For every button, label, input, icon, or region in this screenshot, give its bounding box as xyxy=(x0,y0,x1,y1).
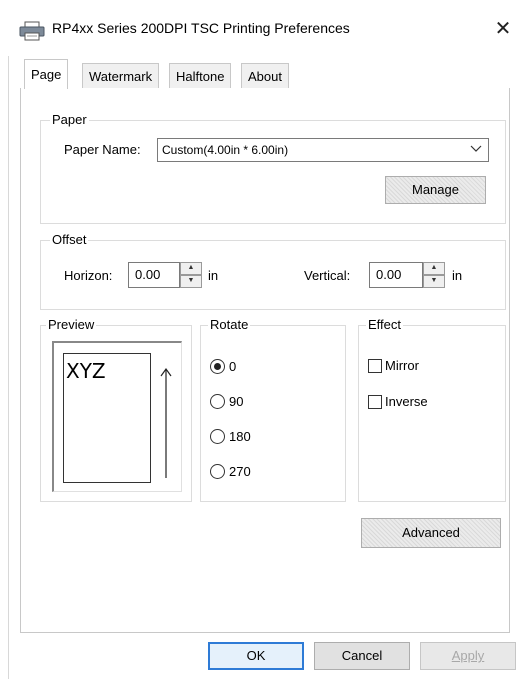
tab-watermark[interactable]: Watermark xyxy=(82,63,160,88)
horizon-input[interactable]: 0.00 xyxy=(128,262,180,288)
rotate-group-label: Rotate xyxy=(208,317,251,332)
close-icon[interactable]: ✕ xyxy=(488,14,518,44)
spin-down-icon[interactable]: ▼ xyxy=(423,275,445,288)
rotate-270-label[interactable]: 270 xyxy=(229,464,251,479)
rotate-0-label[interactable]: 0 xyxy=(229,359,236,374)
ok-button[interactable]: OK xyxy=(208,642,304,670)
inverse-checkbox[interactable] xyxy=(368,395,382,409)
rotate-270-radio[interactable] xyxy=(210,464,225,479)
spin-down-icon[interactable]: ▼ xyxy=(180,275,202,288)
mirror-checkbox[interactable] xyxy=(368,359,382,373)
spin-up-icon[interactable]: ▲ xyxy=(423,262,445,275)
paper-name-combo[interactable]: Custom(4.00in * 6.00in) xyxy=(157,138,489,162)
paper-name-label: Paper Name: xyxy=(64,142,141,157)
tab-halftone[interactable]: Halftone xyxy=(169,63,232,88)
vertical-label: Vertical: xyxy=(304,268,351,283)
tab-about[interactable]: About xyxy=(241,63,289,88)
chevron-down-icon[interactable] xyxy=(466,139,486,161)
mirror-label[interactable]: Mirror xyxy=(385,358,419,373)
cancel-button[interactable]: Cancel xyxy=(314,642,410,670)
preview-group-label: Preview xyxy=(46,317,97,332)
paper-group-label: Paper xyxy=(50,112,89,127)
inverse-label[interactable]: Inverse xyxy=(385,394,428,409)
preview-sample-text: XYZ xyxy=(66,359,106,383)
printer-icon xyxy=(18,21,46,41)
horizon-unit: in xyxy=(208,268,219,283)
effect-group xyxy=(358,325,506,502)
paper-group xyxy=(40,120,506,224)
paper-name-value: Custom(4.00in * 6.00in) xyxy=(162,143,289,157)
tab-page[interactable]: Page xyxy=(24,59,69,89)
advanced-button[interactable]: Advanced xyxy=(361,518,501,548)
apply-button[interactable]: Apply xyxy=(420,642,516,670)
rotate-90-label[interactable]: 90 xyxy=(229,394,243,409)
arrow-up-icon xyxy=(159,366,173,480)
rotate-90-radio[interactable] xyxy=(210,394,225,409)
spin-up-icon[interactable]: ▲ xyxy=(180,262,202,275)
vertical-unit: in xyxy=(452,268,463,283)
effect-group-label: Effect xyxy=(366,317,404,332)
manage-button[interactable]: Manage xyxy=(385,176,486,204)
horizon-label: Horizon: xyxy=(64,268,113,283)
window-title: RP4xx Series 200DPI TSC Printing Prefere… xyxy=(52,20,350,36)
rotate-180-label[interactable]: 180 xyxy=(229,429,251,444)
rotate-0-radio[interactable] xyxy=(210,359,225,374)
vertical-input[interactable]: 0.00 xyxy=(369,262,423,288)
offset-group-label: Offset xyxy=(50,232,89,247)
rotate-180-radio[interactable] xyxy=(210,429,225,444)
